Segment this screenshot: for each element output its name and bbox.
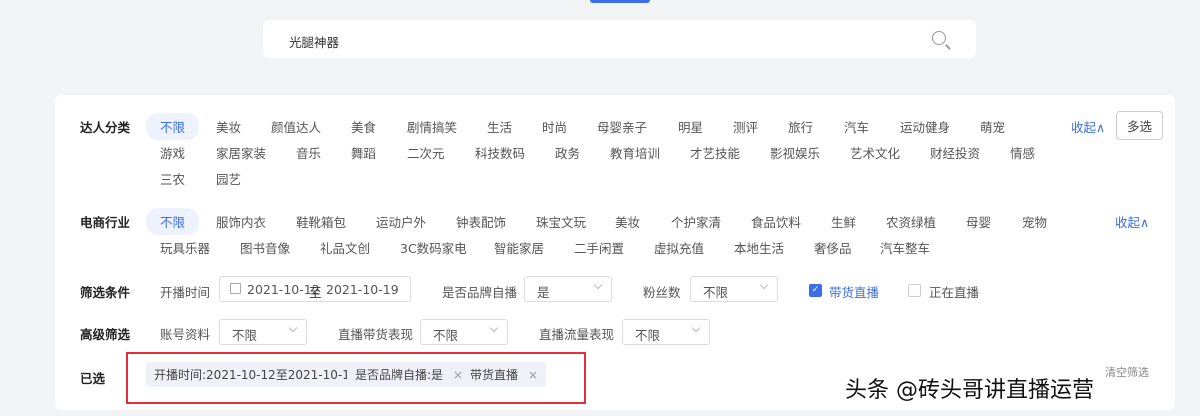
categories-option[interactable]: 不限 xyxy=(146,113,200,140)
active-tab-indicator xyxy=(590,0,650,3)
brand-self-select[interactable]: 是 xyxy=(524,276,612,302)
traffic-performance-value: 不限 xyxy=(635,328,661,343)
categories-option[interactable]: 情感 xyxy=(1010,143,1035,162)
categories-option[interactable]: 教育培训 xyxy=(610,143,660,162)
categories-option[interactable]: 二次元 xyxy=(407,143,445,162)
ecommerce-option[interactable]: 智能家居 xyxy=(494,238,544,257)
ecommerce-option[interactable]: 服饰内衣 xyxy=(216,212,266,231)
categories-option[interactable]: 游戏 xyxy=(160,143,185,162)
traffic-performance-label: 直播流量表现 xyxy=(539,327,615,342)
category-collapse-link[interactable]: 收起∧ xyxy=(1071,117,1105,136)
sales-live-label[interactable]: 带货直播 xyxy=(829,282,879,301)
chevron-down-icon xyxy=(288,323,298,333)
ecommerce-option[interactable]: 农资绿植 xyxy=(886,212,936,231)
multi-select-button[interactable]: 多选 xyxy=(1116,111,1164,140)
categories-option[interactable]: 园艺 xyxy=(216,169,241,188)
sales-performance-label: 直播带货表现 xyxy=(338,327,414,342)
categories-option[interactable]: 财经投资 xyxy=(930,143,980,162)
categories-option[interactable]: 科技数码 xyxy=(475,143,525,162)
highlight-box xyxy=(126,352,586,404)
chevron-down-icon xyxy=(759,280,769,290)
categories-option[interactable]: 政务 xyxy=(555,143,580,162)
categories-option[interactable]: 音乐 xyxy=(296,143,321,162)
sales-performance-value: 不限 xyxy=(433,328,459,343)
sales-live-checkbox[interactable]: ✓ xyxy=(809,284,822,297)
search-query: 光腿神器 xyxy=(289,35,340,50)
categories-option[interactable]: 时尚 xyxy=(542,117,567,136)
traffic-performance-select[interactable]: 不限 xyxy=(622,319,710,345)
categories-option[interactable]: 才艺技能 xyxy=(690,143,740,162)
categories-option[interactable]: 剧情搞笑 xyxy=(407,117,457,136)
fans-label: 粉丝数 xyxy=(643,285,681,300)
ecommerce-option[interactable]: 鞋靴箱包 xyxy=(296,212,346,231)
ecommerce-option[interactable]: 玩具乐器 xyxy=(160,238,210,257)
sales-performance-select[interactable]: 不限 xyxy=(420,319,508,345)
categories-option[interactable]: 运动健身 xyxy=(900,117,950,136)
calendar-icon xyxy=(230,283,241,294)
categories-option[interactable]: 母婴亲子 xyxy=(597,117,647,136)
ecommerce-option[interactable]: 奢侈品 xyxy=(814,238,852,257)
account-select[interactable]: 不限 xyxy=(219,319,307,345)
ecommerce-option[interactable]: 个护家清 xyxy=(671,212,721,231)
categories-option[interactable]: 明星 xyxy=(678,117,703,136)
ecommerce-label: 电商行业 xyxy=(80,215,131,230)
brand-self-value: 是 xyxy=(537,285,550,300)
watermark: 头条 @砖头哥讲直播运营 xyxy=(845,378,1094,403)
categories-option[interactable]: 生活 xyxy=(487,117,512,136)
clear-filters-link[interactable]: 清空筛选 xyxy=(1105,364,1149,380)
start-time-label: 开播时间 xyxy=(160,285,211,300)
date-end: 2021-10-19 xyxy=(326,282,399,297)
ecommerce-option[interactable]: 本地生活 xyxy=(734,238,784,257)
chevron-down-icon xyxy=(593,280,603,290)
categories-option[interactable]: 颜值达人 xyxy=(271,117,321,136)
filters-label: 筛选条件 xyxy=(80,285,131,300)
category-label: 达人分类 xyxy=(80,120,131,135)
categories-option[interactable]: 萌宠 xyxy=(980,117,1005,136)
fans-select[interactable]: 不限 xyxy=(690,276,778,302)
account-value: 不限 xyxy=(232,328,258,343)
categories-option[interactable]: 三农 xyxy=(160,169,185,188)
categories-option[interactable]: 测评 xyxy=(733,117,758,136)
categories-option[interactable]: 美食 xyxy=(351,117,376,136)
categories-option[interactable]: 家居家装 xyxy=(216,143,266,162)
ecommerce-option[interactable]: 图书音像 xyxy=(240,238,290,257)
account-label: 账号资料 xyxy=(160,327,211,342)
search-icon[interactable] xyxy=(932,31,946,45)
ecommerce-option[interactable]: 生鲜 xyxy=(831,212,856,231)
ecommerce-option[interactable]: 礼品文创 xyxy=(320,238,370,257)
search-input[interactable]: 光腿神器 xyxy=(263,20,976,58)
ecommerce-option[interactable]: 3C数码家电 xyxy=(400,238,467,257)
date-separator: 至 xyxy=(309,285,322,300)
ecommerce-option[interactable]: 运动户外 xyxy=(376,212,426,231)
ecommerce-option[interactable]: 不限 xyxy=(146,208,200,235)
ecommerce-option[interactable]: 钟表配饰 xyxy=(456,212,506,231)
advanced-label: 高级筛选 xyxy=(80,327,131,342)
fans-value: 不限 xyxy=(703,285,729,300)
ecommerce-option[interactable]: 二手闲置 xyxy=(574,238,624,257)
ecommerce-option[interactable]: 食品饮料 xyxy=(751,212,801,231)
ecommerce-option[interactable]: 宠物 xyxy=(1022,212,1047,231)
ecommerce-option[interactable]: 美妆 xyxy=(615,212,640,231)
ecommerce-option[interactable]: 母婴 xyxy=(966,212,991,231)
categories-option[interactable]: 舞蹈 xyxy=(351,143,376,162)
chevron-down-icon xyxy=(489,323,499,333)
ecommerce-option[interactable]: 珠宝文玩 xyxy=(536,212,586,231)
chevron-down-icon xyxy=(691,323,701,333)
date-range-picker[interactable]: 2021-10-12 至 2021-10-19 xyxy=(219,276,411,302)
categories-option[interactable]: 影视娱乐 xyxy=(770,143,820,162)
categories-option[interactable]: 艺术文化 xyxy=(850,143,900,162)
ecommerce-option[interactable]: 汽车整车 xyxy=(880,238,930,257)
categories-option[interactable]: 美妆 xyxy=(216,117,241,136)
categories-option[interactable]: 汽车 xyxy=(844,117,869,136)
ecommerce-option[interactable]: 虚拟充值 xyxy=(654,238,704,257)
live-now-checkbox[interactable] xyxy=(908,284,921,297)
brand-self-label: 是否品牌自播 xyxy=(442,285,518,300)
selected-label: 已选 xyxy=(80,371,106,386)
categories-option[interactable]: 旅行 xyxy=(788,117,813,136)
ecommerce-collapse-link[interactable]: 收起∧ xyxy=(1115,212,1149,231)
live-now-label[interactable]: 正在直播 xyxy=(929,282,979,301)
